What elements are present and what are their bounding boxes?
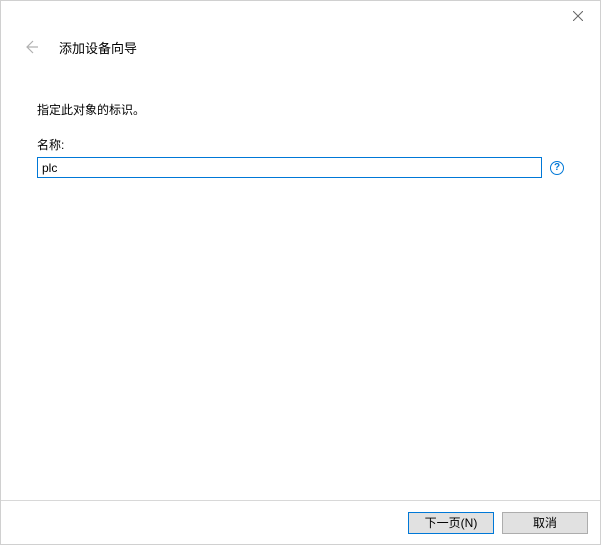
- next-button[interactable]: 下一页(N): [408, 512, 494, 534]
- wizard-content: 指定此对象的标识。 名称: ?: [37, 101, 564, 178]
- wizard-footer: 下一页(N) 取消: [1, 500, 600, 544]
- cancel-button[interactable]: 取消: [502, 512, 588, 534]
- instruction-text: 指定此对象的标识。: [37, 101, 564, 118]
- wizard-title: 添加设备向导: [59, 38, 137, 57]
- titlebar: [555, 1, 600, 31]
- back-button[interactable]: [21, 37, 41, 57]
- name-input[interactable]: [37, 157, 542, 178]
- help-icon[interactable]: ?: [550, 161, 564, 175]
- close-icon: [573, 11, 583, 21]
- name-label: 名称:: [37, 136, 564, 153]
- arrow-left-icon: [23, 39, 39, 55]
- wizard-header: 添加设备向导: [1, 37, 600, 57]
- name-input-row: ?: [37, 157, 564, 178]
- close-button[interactable]: [555, 1, 600, 31]
